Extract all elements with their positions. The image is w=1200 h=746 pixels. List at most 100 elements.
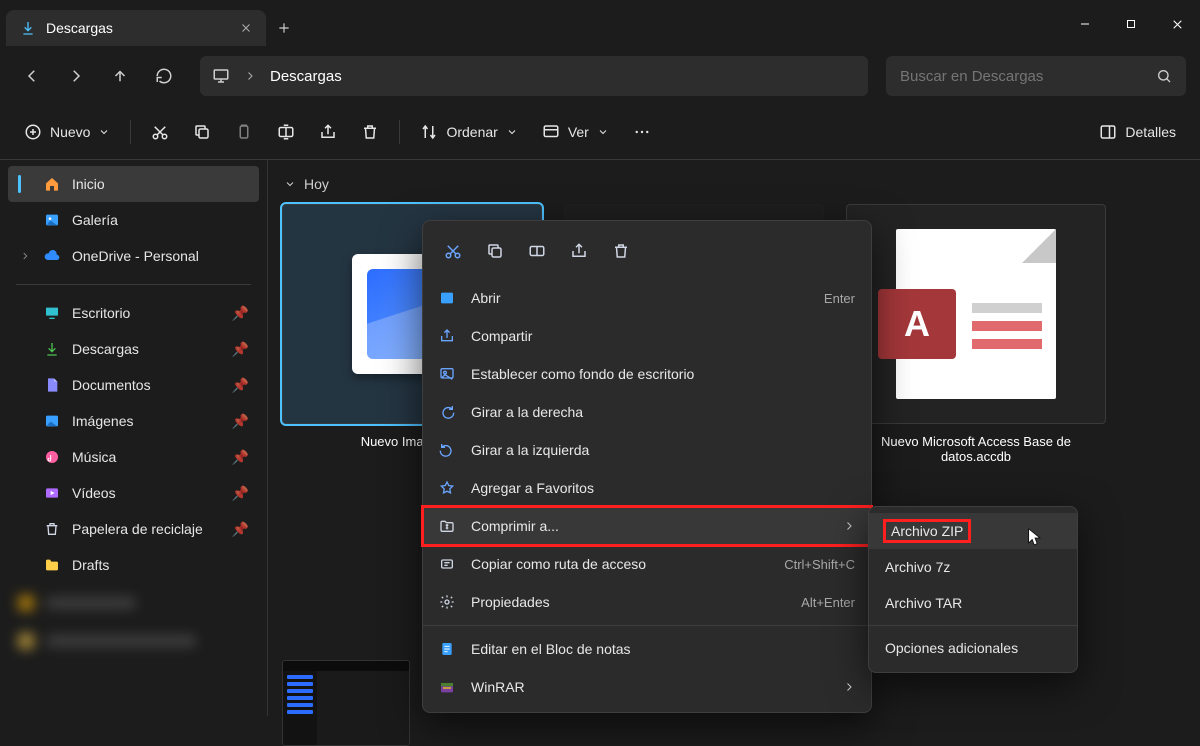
doc-icon <box>44 377 60 393</box>
rotate-right-icon <box>437 404 457 420</box>
sidebar-divider <box>16 284 251 285</box>
sort-button[interactable]: Ordenar <box>410 114 527 150</box>
pin-icon: 📌 <box>232 413 249 430</box>
sidebar-item-blurred <box>8 623 259 659</box>
ctx-share-button[interactable] <box>559 233 599 269</box>
submenu-tar[interactable]: Archivo TAR <box>869 585 1077 621</box>
ctx-separator <box>423 625 871 626</box>
home-icon <box>44 176 60 192</box>
file-thumbnail[interactable]: A <box>846 204 1106 424</box>
ctx-rotate-left[interactable]: Girar a la izquierda <box>423 431 871 469</box>
submenu-7z[interactable]: Archivo 7z <box>869 549 1077 585</box>
view-button[interactable]: Ver <box>532 114 619 150</box>
refresh-button[interactable] <box>146 58 182 94</box>
breadcrumb-downloads[interactable]: Descargas <box>270 68 342 85</box>
ctx-rename-button[interactable] <box>517 233 557 269</box>
ctx-label: Girar a la izquierda <box>471 442 589 458</box>
submenu-label: Archivo 7z <box>885 559 950 575</box>
ctx-shortcut: Alt+Enter <box>801 595 855 610</box>
tab-title: Descargas <box>46 20 113 36</box>
ctx-copy-button[interactable] <box>475 233 515 269</box>
ctx-wallpaper[interactable]: Establecer como fondo de escritorio <box>423 355 871 393</box>
sidebar-item-onedrive[interactable]: OneDrive - Personal <box>8 238 259 274</box>
search-box[interactable] <box>886 56 1186 96</box>
new-button[interactable]: Nuevo <box>14 114 120 150</box>
ctx-notepad[interactable]: Editar en el Bloc de notas <box>423 630 871 668</box>
submenu-compress: Archivo ZIP Archivo 7z Archivo TAR Opcio… <box>868 506 1078 673</box>
share-icon <box>437 328 457 344</box>
folder-icon <box>44 557 60 573</box>
rename-button[interactable] <box>267 114 305 150</box>
sidebar-item-desktop[interactable]: Escritorio 📌 <box>8 295 259 331</box>
group-header-today[interactable]: Hoy <box>284 176 1184 192</box>
tab-close-button[interactable] <box>240 22 252 34</box>
path-icon <box>437 556 457 572</box>
pin-icon: 📌 <box>232 341 249 358</box>
wallpaper-icon <box>437 366 457 382</box>
ctx-properties[interactable]: Propiedades Alt+Enter <box>423 583 871 621</box>
sidebar-item-label: Documentos <box>72 377 151 393</box>
pin-icon: 📌 <box>232 485 249 502</box>
submenu-zip[interactable]: Archivo ZIP <box>869 513 1077 549</box>
image-icon <box>44 413 60 429</box>
ctx-winrar[interactable]: WinRAR <box>423 668 871 706</box>
ctx-shortcut: Ctrl+Shift+C <box>784 557 855 572</box>
forward-button[interactable] <box>58 58 94 94</box>
ctx-rotate-right[interactable]: Girar a la derecha <box>423 393 871 431</box>
access-file-icon: A <box>896 229 1056 399</box>
sidebar-item-label: Drafts <box>72 557 109 573</box>
sidebar-item-recycle[interactable]: Papelera de reciclaje 📌 <box>8 511 259 547</box>
file-item-screenshot-thumb[interactable] <box>282 660 410 746</box>
submenu-label: Opciones adicionales <box>885 640 1018 656</box>
titlebar: Descargas <box>0 0 1200 48</box>
ctx-label: Editar en el Bloc de notas <box>471 641 631 657</box>
tab-downloads[interactable]: Descargas <box>6 10 266 46</box>
delete-button[interactable] <box>351 114 389 150</box>
sidebar-item-drafts[interactable]: Drafts <box>8 547 259 583</box>
ctx-copy-path[interactable]: Copiar como ruta de acceso Ctrl+Shift+C <box>423 545 871 583</box>
sidebar-item-home[interactable]: Inicio <box>8 166 259 202</box>
sidebar-item-images[interactable]: Imágenes 📌 <box>8 403 259 439</box>
sort-label: Ordenar <box>446 124 497 140</box>
sidebar-item-label: Escritorio <box>72 305 130 321</box>
ctx-compress[interactable]: Comprimir a... <box>423 507 871 545</box>
paste-button[interactable] <box>225 114 263 150</box>
details-button[interactable]: Detalles <box>1089 114 1186 150</box>
ctx-open[interactable]: Abrir Enter <box>423 279 871 317</box>
sidebar-item-label: Galería <box>72 212 118 228</box>
cut-button[interactable] <box>141 114 179 150</box>
new-tab-button[interactable] <box>266 10 302 46</box>
download-icon <box>44 341 60 357</box>
maximize-button[interactable] <box>1108 0 1154 48</box>
ctx-label: Agregar a Favoritos <box>471 480 594 496</box>
sidebar-item-downloads[interactable]: Descargas 📌 <box>8 331 259 367</box>
ctx-cut-button[interactable] <box>433 233 473 269</box>
cloud-icon <box>44 248 60 264</box>
address-bar[interactable]: Descargas <box>200 56 868 96</box>
ctx-delete-button[interactable] <box>601 233 641 269</box>
up-button[interactable] <box>102 58 138 94</box>
submenu-more[interactable]: Opciones adicionales <box>869 630 1077 666</box>
close-button[interactable] <box>1154 0 1200 48</box>
sidebar-item-documents[interactable]: Documentos 📌 <box>8 367 259 403</box>
ctx-label: Girar a la derecha <box>471 404 583 420</box>
search-input[interactable] <box>900 68 1146 85</box>
minimize-button[interactable] <box>1062 0 1108 48</box>
more-button[interactable] <box>623 114 661 150</box>
file-label: Nuevo Microsoft Access Base de datos.acc… <box>856 434 1096 464</box>
view-label: Ver <box>568 124 589 140</box>
share-button[interactable] <box>309 114 347 150</box>
sidebar-item-gallery[interactable]: Galería <box>8 202 259 238</box>
sidebar-item-label: Música <box>72 449 116 465</box>
sidebar-item-label: Imágenes <box>72 413 133 429</box>
file-item-access[interactable]: A Nuevo Microsoft Access Base de datos.a… <box>846 204 1106 464</box>
sidebar-item-music[interactable]: Música 📌 <box>8 439 259 475</box>
group-label: Hoy <box>304 176 329 192</box>
ctx-share[interactable]: Compartir <box>423 317 871 355</box>
back-button[interactable] <box>14 58 50 94</box>
chevron-right-icon <box>843 520 855 532</box>
copy-button[interactable] <box>183 114 221 150</box>
ctx-favorite[interactable]: Agregar a Favoritos <box>423 469 871 507</box>
sidebar-item-videos[interactable]: Vídeos 📌 <box>8 475 259 511</box>
ctx-label: Copiar como ruta de acceso <box>471 556 646 572</box>
